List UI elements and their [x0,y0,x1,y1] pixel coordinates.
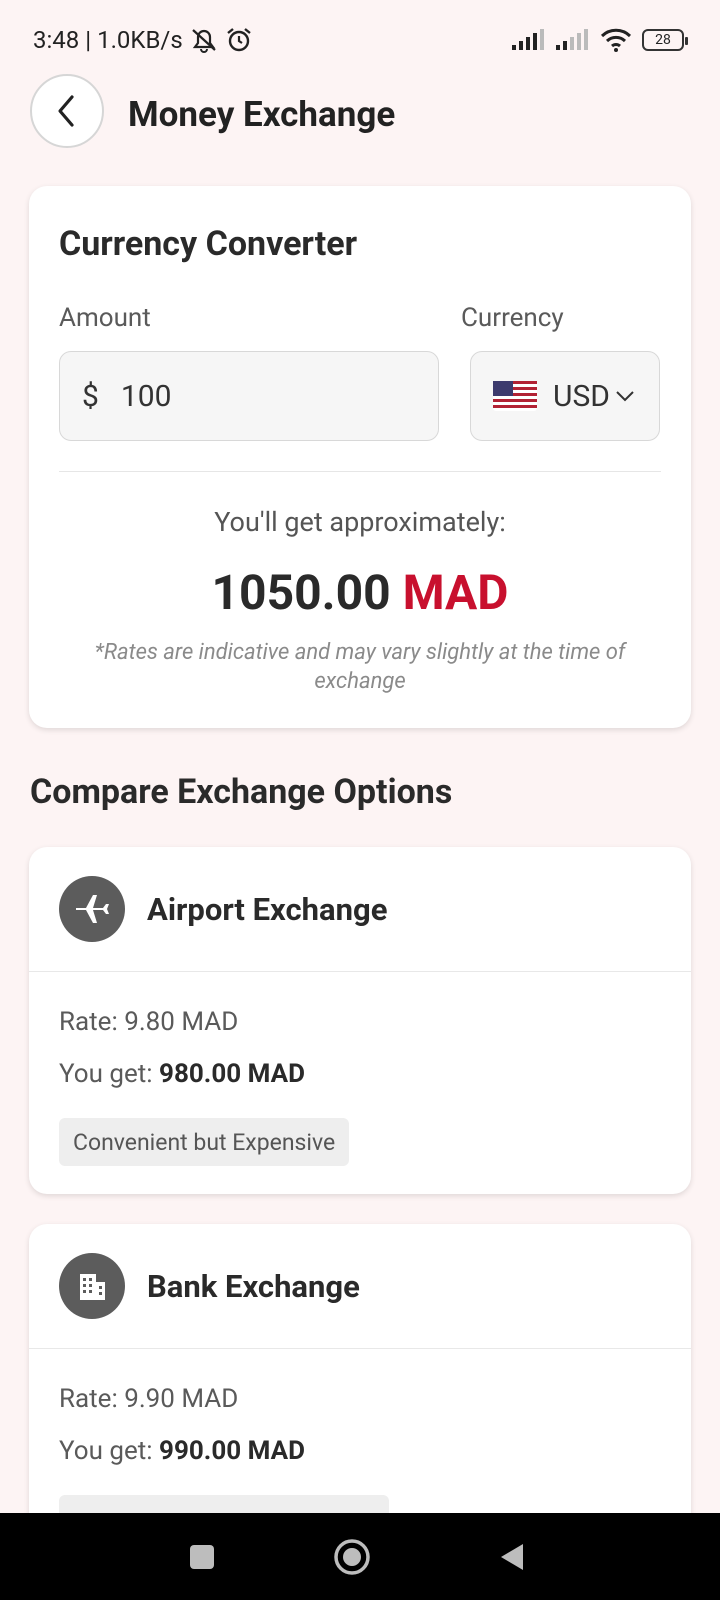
option-get-value: 990.00 MAD [159,1436,305,1466]
home-button[interactable] [330,1535,374,1579]
result-currency: MAD [402,564,509,621]
option-rate: Rate: 9.80 MAD [59,1007,239,1037]
option-get-value: 980.00 MAD [159,1059,305,1089]
option-get-label: You get: [59,1436,160,1466]
currency-converter-card: Currency Converter Amount Currency $ 100… [29,186,691,728]
result-amount: 1050.00 [211,564,391,621]
recents-icon [190,1545,214,1569]
mute-alarm-icon [191,29,216,53]
divider [59,471,661,472]
alarm-clock-icon [226,28,251,52]
system-nav-bar [0,1513,720,1600]
back-nav-button[interactable] [490,1535,534,1579]
option-get: You get: 980.00 MAD [59,1059,305,1089]
screen: 3:48 | 1.0KB/s 28 Money Exchange Currenc… [0,0,720,1600]
converter-title: Currency Converter [59,224,358,264]
option-name: Bank Exchange [147,1268,360,1305]
status-network-speed: | 1.0KB/s [85,26,183,54]
status-left: 3:48 | 1.0KB/s [33,26,253,54]
recents-button[interactable] [180,1535,224,1579]
status-right: 28 [512,28,688,52]
page-title: Money Exchange [128,94,396,135]
currency-select[interactable]: USD [470,351,660,441]
chevron-down-icon [616,391,634,402]
dollar-sign: $ [82,378,99,414]
option-get: You get: 990.00 MAD [59,1436,305,1466]
back-triangle-icon [501,1544,523,1570]
status-time: 3:48 [33,26,80,54]
currency-label: Currency [461,303,564,333]
wifi-icon [600,28,632,52]
home-icon [334,1539,370,1575]
battery-level: 28 [655,32,671,48]
converted-result: 1050.00 MAD [29,564,691,621]
option-header: Airport Exchange [29,847,691,972]
approx-label: You'll get approximately: [214,506,506,538]
option-header: Bank Exchange [29,1224,691,1349]
status-bar: 3:48 | 1.0KB/s 28 [0,0,720,80]
amount-label: Amount [59,303,151,333]
back-button[interactable] [30,74,104,148]
option-get-label: You get: [59,1059,160,1089]
compare-section-title: Compare Exchange Options [30,772,453,812]
option-card-bank[interactable]: Bank Exchange Rate: 9.90 MAD You get: 99… [29,1224,691,1544]
option-rate: Rate: 9.90 MAD [59,1384,239,1414]
signal-strength-icon [512,29,544,50]
option-tag: Convenient but Expensive [59,1118,350,1166]
us-flag-icon [493,381,537,411]
amount-value: 100 [120,378,172,414]
rate-disclaimer: *Rates are indicative and may vary sligh… [94,640,626,694]
airplane-icon [59,876,125,942]
option-card-airport[interactable]: Airport Exchange Rate: 9.80 MAD You get:… [29,847,691,1194]
bank-building-icon [59,1253,125,1319]
amount-input[interactable]: $ 100 [59,351,439,441]
option-name: Airport Exchange [147,891,388,928]
currency-code: USD [553,378,610,414]
battery-icon: 28 [642,29,688,51]
signal-strength-icon-2 [556,29,588,50]
chevron-left-icon [58,95,74,127]
